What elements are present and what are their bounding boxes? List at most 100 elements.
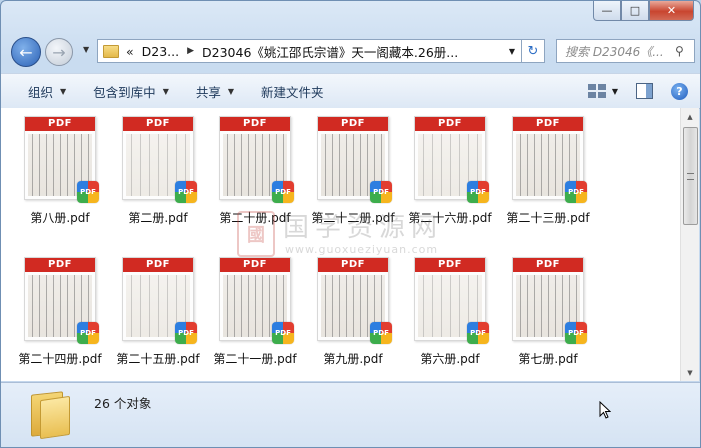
scroll-down-arrow[interactable]: ▼ — [681, 364, 699, 381]
file-name[interactable]: 第二十五册.pdf — [109, 350, 207, 367]
explorer-window: — □ ✕ ← → ▼ « D23... ▶ D23046《姚江邵氏宗谱》天一阁… — [0, 0, 701, 448]
pdf-thumbnail[interactable]: PDF PDF — [122, 257, 197, 344]
item-count: 26 个对象 — [94, 396, 152, 411]
pdf-thumbnail[interactable]: PDF PDF — [414, 257, 489, 344]
pdf-thumbnail[interactable]: PDF PDF — [414, 116, 489, 203]
vertical-scrollbar[interactable]: ▲ ▼ — [680, 108, 699, 381]
help-icon[interactable]: ? — [671, 82, 688, 100]
include-in-library-label: 包含到库中 — [93, 84, 156, 100]
file-name[interactable]: 第六册.pdf — [401, 350, 499, 367]
minimize-button[interactable]: — — [593, 1, 621, 21]
pdf-app-icon: PDF — [77, 181, 99, 203]
scroll-thumb[interactable] — [683, 127, 698, 225]
organize-label: 组织 — [28, 84, 54, 100]
pdf-band: PDF — [220, 117, 290, 131]
pdf-thumbnail[interactable]: PDF PDF — [219, 257, 294, 344]
refresh-icon: ↻ — [527, 43, 539, 59]
pdf-app-icon: PDF — [370, 322, 392, 344]
pdf-thumbnail[interactable]: PDF PDF — [317, 116, 392, 203]
file-item[interactable]: PDF PDF 第八册.pdf — [11, 116, 109, 226]
recent-pages-dropdown[interactable]: ▼ — [83, 45, 89, 54]
watermark-title: 国学资源网 — [283, 213, 444, 243]
watermark-seal: 國 — [237, 211, 275, 257]
file-item[interactable]: PDF PDF 第二十一册.pdf — [206, 257, 304, 367]
pdf-app-icon: PDF — [272, 181, 294, 203]
file-name[interactable]: 第二册.pdf — [109, 209, 207, 226]
organize-menu[interactable]: 组织 ▼ — [28, 82, 66, 101]
scroll-up-arrow[interactable]: ▲ — [681, 108, 699, 125]
change-view-icon[interactable] — [587, 84, 606, 98]
pdf-band: PDF — [25, 117, 95, 131]
new-folder-button[interactable]: 新建文件夹 — [261, 82, 324, 101]
pdf-band: PDF — [25, 258, 95, 272]
arrow-right-icon: → — [52, 42, 66, 62]
pdf-thumbnail[interactable]: PDF PDF — [24, 116, 99, 203]
pdf-app-icon: PDF — [272, 322, 294, 344]
file-item[interactable]: PDF PDF 第七册.pdf — [499, 257, 597, 367]
search-input[interactable]: 搜索 D23046《... — [557, 43, 675, 60]
pdf-app-icon: PDF — [370, 181, 392, 203]
file-name[interactable]: 第二十三册.pdf — [499, 209, 597, 226]
pdf-app-icon: PDF — [467, 322, 489, 344]
pdf-band: PDF — [318, 117, 388, 131]
mouse-cursor-icon — [599, 401, 611, 419]
arrow-left-icon: ← — [19, 42, 33, 62]
watermark: 國 国学资源网 www.guoxueziyuan.com — [237, 207, 497, 263]
pdf-band: PDF — [513, 117, 583, 131]
pdf-app-icon: PDF — [175, 322, 197, 344]
include-in-library-menu[interactable]: 包含到库中 ▼ — [93, 82, 169, 101]
file-item[interactable]: PDF PDF 第二册.pdf — [109, 116, 207, 226]
chevron-down-icon: ▼ — [60, 86, 67, 96]
search-icon[interactable]: ⚲ — [675, 44, 691, 58]
file-item[interactable]: PDF PDF 第二十三册.pdf — [499, 116, 597, 226]
caption-buttons: — □ ✕ — [593, 1, 694, 21]
forward-button[interactable]: → — [45, 38, 73, 66]
breadcrumb-overflow[interactable]: « — [126, 44, 134, 59]
pdf-band: PDF — [415, 117, 485, 131]
chevron-down-icon: ▼ — [162, 86, 169, 96]
view-options-dropdown[interactable]: ▼ — [612, 87, 618, 96]
watermark-url: www.guoxueziyuan.com — [285, 243, 439, 256]
pdf-thumbnail[interactable]: PDF PDF — [24, 257, 99, 344]
chevron-right-icon[interactable]: ▶ — [187, 46, 194, 56]
pdf-app-icon: PDF — [565, 322, 587, 344]
toolbar-right: ▼ ? — [587, 74, 700, 108]
file-item[interactable]: PDF PDF 第二十五册.pdf — [109, 257, 207, 367]
search-box[interactable]: 搜索 D23046《... ⚲ — [556, 39, 695, 63]
new-folder-label: 新建文件夹 — [261, 84, 324, 100]
pdf-thumbnail[interactable]: PDF PDF — [219, 116, 294, 203]
file-item[interactable]: PDF PDF 第六册.pdf — [401, 257, 499, 367]
pdf-app-icon: PDF — [467, 181, 489, 203]
close-button[interactable]: ✕ — [649, 1, 694, 21]
command-bar: 组织 ▼ 包含到库中 ▼ 共享 ▼ 新建文件夹 ▼ ? — [1, 73, 700, 109]
breadcrumb-item-parent[interactable]: D23... — [142, 44, 179, 59]
folder-icon — [103, 44, 119, 58]
pdf-app-icon: PDF — [175, 181, 197, 203]
pdf-thumbnail[interactable]: PDF PDF — [317, 257, 392, 344]
file-item[interactable]: PDF PDF 第九册.pdf — [304, 257, 402, 367]
maximize-button[interactable]: □ — [621, 1, 649, 21]
pdf-band: PDF — [123, 258, 193, 272]
pdf-app-icon: PDF — [565, 181, 587, 203]
breadcrumb-item-current[interactable]: D23046《姚江邵氏宗谱》天一阁藏本.26册... — [202, 42, 458, 61]
pdf-app-icon: PDF — [77, 322, 99, 344]
file-name[interactable]: 第九册.pdf — [304, 350, 402, 367]
file-name[interactable]: 第二十四册.pdf — [11, 350, 109, 367]
share-menu[interactable]: 共享 ▼ — [196, 82, 234, 101]
pdf-thumbnail[interactable]: PDF PDF — [512, 116, 587, 203]
file-name[interactable]: 第七册.pdf — [499, 350, 597, 367]
file-name[interactable]: 第二十一册.pdf — [206, 350, 304, 367]
preview-pane-icon[interactable] — [636, 83, 653, 99]
share-label: 共享 — [195, 84, 221, 100]
file-item[interactable]: PDF PDF 第二十四册.pdf — [11, 257, 109, 367]
refresh-button[interactable]: ↻ — [522, 39, 545, 63]
file-name[interactable]: 第八册.pdf — [11, 209, 109, 226]
chevron-down-icon: ▼ — [227, 86, 235, 96]
pdf-thumbnail[interactable]: PDF PDF — [512, 257, 587, 344]
pdf-band: PDF — [123, 117, 193, 131]
address-bar[interactable]: « D23... ▶ D23046《姚江邵氏宗谱》天一阁藏本.26册... ▼ — [97, 39, 522, 63]
back-button[interactable]: ← — [11, 37, 41, 67]
address-dropdown-icon[interactable]: ▼ — [509, 47, 515, 56]
pdf-thumbnail[interactable]: PDF PDF — [122, 116, 197, 203]
pdf-band: PDF — [513, 258, 583, 272]
